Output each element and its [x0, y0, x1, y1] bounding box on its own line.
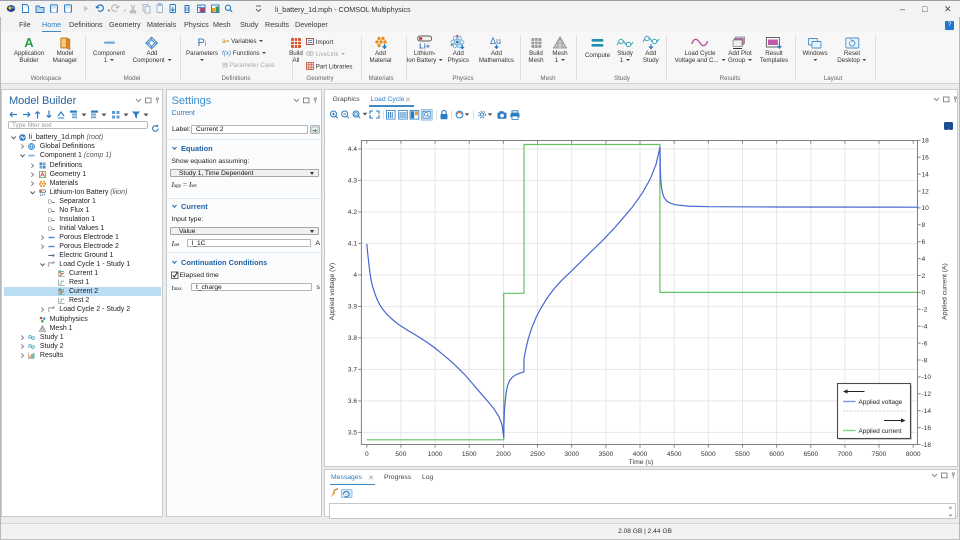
- svg-text:Δu: Δu: [490, 36, 501, 46]
